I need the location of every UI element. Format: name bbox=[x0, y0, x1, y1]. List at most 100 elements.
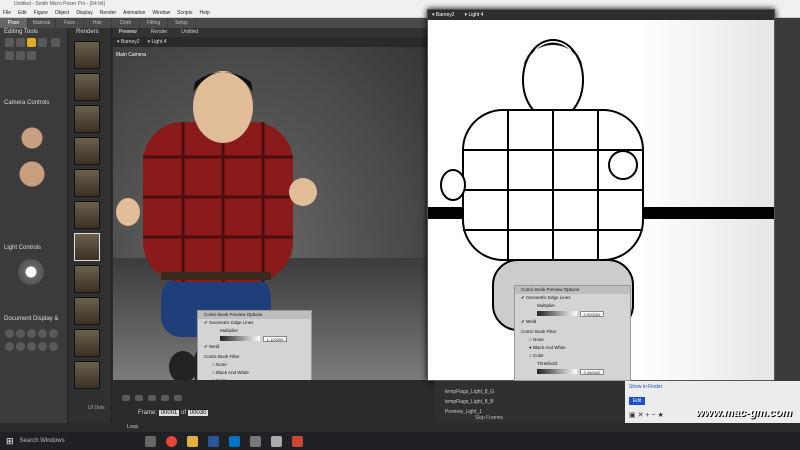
room-tab[interactable]: Face bbox=[56, 18, 84, 28]
room-tab[interactable]: Cloth bbox=[112, 18, 140, 28]
geometric-edge-checkbox[interactable]: ✔ Geometric Edge Lines bbox=[198, 319, 311, 327]
multiplier-value[interactable]: 1.120000 bbox=[263, 335, 287, 342]
render-thumbnail[interactable] bbox=[74, 361, 100, 389]
weld-checkbox-right[interactable]: ✔ Weld bbox=[515, 318, 630, 326]
room-tab[interactable]: Setup bbox=[168, 18, 196, 28]
app-icon[interactable] bbox=[249, 435, 261, 447]
parameter-item[interactable]: tempFlags_Light_8_B bbox=[445, 397, 625, 407]
display-style-icon[interactable] bbox=[16, 342, 25, 351]
comic-preview-window[interactable]: ▾ Barney2 ▾ Light 4 Comic Book Preview O… bbox=[427, 9, 775, 381]
render-thumbnail[interactable] bbox=[74, 41, 100, 69]
render-thumbnail[interactable] bbox=[74, 297, 100, 325]
display-style-icon[interactable] bbox=[38, 342, 47, 351]
chain-break-icon[interactable] bbox=[16, 51, 25, 60]
filter-bw-radio[interactable]: ○ Black And White bbox=[198, 369, 311, 377]
taskbar-search[interactable]: Search Windows bbox=[20, 438, 140, 444]
menu-item[interactable]: Figure bbox=[34, 9, 48, 17]
chrome-icon[interactable] bbox=[165, 435, 177, 447]
show-in-finder-link[interactable]: Show in Finder bbox=[629, 384, 662, 390]
render-thumbnail[interactable] bbox=[74, 73, 100, 101]
poser-icon[interactable] bbox=[291, 435, 303, 447]
menu-item[interactable]: Display bbox=[76, 9, 92, 17]
add-icon[interactable]: + bbox=[645, 412, 649, 419]
actor-selector-right[interactable]: ▾ Light 4 bbox=[465, 10, 484, 20]
scale-tool-icon[interactable] bbox=[38, 38, 47, 47]
tab-untitled[interactable]: Untitled bbox=[181, 28, 198, 37]
room-tab[interactable]: Hair bbox=[84, 18, 112, 28]
play-icon[interactable] bbox=[148, 395, 156, 401]
menu-item[interactable]: Scripts bbox=[177, 9, 192, 17]
last-frame-icon[interactable] bbox=[174, 395, 182, 401]
file-explorer-icon[interactable] bbox=[186, 435, 198, 447]
main-viewport[interactable]: Preview Render Untitled ▾ Barney2 ▾ Ligh… bbox=[113, 28, 435, 408]
frame-current[interactable]: 00001 bbox=[158, 410, 180, 416]
word-icon[interactable] bbox=[207, 435, 219, 447]
translate-tool-icon[interactable] bbox=[27, 38, 36, 47]
filter-none-radio[interactable]: ○ None bbox=[198, 361, 311, 369]
tab-render[interactable]: Render bbox=[151, 28, 167, 37]
taper-tool-icon[interactable] bbox=[5, 51, 14, 60]
prev-frame-icon[interactable] bbox=[135, 395, 143, 401]
threshold-slider-right[interactable] bbox=[537, 369, 577, 375]
loop-toggle[interactable]: Loop bbox=[127, 424, 138, 430]
menu-item[interactable]: Object bbox=[55, 9, 69, 17]
windows-start-icon[interactable]: ⊞ bbox=[6, 436, 14, 447]
display-style-icon[interactable] bbox=[16, 329, 25, 338]
multiplier-value-right[interactable]: 0.900000 bbox=[580, 310, 604, 317]
geometric-edge-checkbox-right[interactable]: ✔ Geometric Edge Lines bbox=[515, 294, 630, 302]
edit-button[interactable]: Edit bbox=[629, 397, 645, 405]
display-style-icon[interactable] bbox=[27, 342, 36, 351]
skip-frames-label[interactable]: Skip Frames bbox=[475, 415, 503, 421]
display-style-icon[interactable] bbox=[5, 342, 14, 351]
render-thumbnail[interactable] bbox=[74, 137, 100, 165]
threshold-value-right[interactable]: 0.460000 bbox=[580, 368, 604, 375]
filter-none-radio-right[interactable]: ○ None bbox=[515, 336, 630, 344]
folder-icon[interactable]: ▣ bbox=[629, 412, 636, 419]
twist-tool-icon[interactable] bbox=[16, 38, 25, 47]
rotate-tool-icon[interactable] bbox=[5, 38, 14, 47]
display-style-icon[interactable] bbox=[38, 329, 47, 338]
app-icon[interactable] bbox=[270, 435, 282, 447]
parameter-item[interactable]: tempFlags_Light_8_G bbox=[445, 387, 625, 397]
menu-item[interactable]: Render bbox=[100, 9, 116, 17]
task-view-icon[interactable] bbox=[144, 435, 156, 447]
multiplier-slider[interactable] bbox=[220, 336, 260, 342]
menu-item[interactable]: Animation bbox=[123, 9, 145, 17]
render-thumbnail[interactable] bbox=[74, 201, 100, 229]
frame-total[interactable]: 00030 bbox=[187, 410, 209, 416]
figure-selector[interactable]: ▾ Barney2 bbox=[117, 37, 140, 47]
menu-item[interactable]: File bbox=[3, 9, 11, 17]
render-thumbnail[interactable] bbox=[74, 105, 100, 133]
display-style-icon[interactable] bbox=[49, 342, 58, 351]
camera-trackball-icon[interactable] bbox=[12, 114, 52, 194]
menu-item[interactable]: Edit bbox=[18, 9, 27, 17]
weld-checkbox[interactable]: ✔ Weld bbox=[198, 343, 311, 351]
render-thumbnail[interactable] bbox=[74, 329, 100, 357]
display-style-icon[interactable] bbox=[27, 329, 36, 338]
render-thumbnail[interactable] bbox=[74, 265, 100, 293]
favorite-icon[interactable]: ★ bbox=[658, 412, 664, 419]
next-frame-icon[interactable] bbox=[161, 395, 169, 401]
display-style-icon[interactable] bbox=[5, 329, 14, 338]
display-style-icon[interactable] bbox=[49, 329, 58, 338]
menu-item[interactable]: Help bbox=[199, 9, 209, 17]
parameter-item[interactable]: Preview_Light_1 bbox=[445, 407, 625, 417]
filter-color-radio-right[interactable]: ○ Color bbox=[515, 352, 630, 360]
light-globe-icon[interactable] bbox=[18, 259, 44, 285]
tab-preview[interactable]: Preview bbox=[119, 28, 137, 37]
first-frame-icon[interactable] bbox=[122, 395, 130, 401]
render-thumbnail[interactable] bbox=[74, 233, 100, 261]
minus-icon[interactable]: − bbox=[651, 412, 655, 419]
actor-selector[interactable]: ▾ Light 4 bbox=[148, 37, 167, 47]
remove-icon[interactable]: ✕ bbox=[638, 412, 644, 419]
figure-selector-right[interactable]: ▾ Barney2 bbox=[432, 10, 455, 20]
room-tab[interactable]: Material bbox=[28, 18, 56, 28]
multiplier-slider-right[interactable] bbox=[537, 311, 577, 317]
render-thumbnail[interactable] bbox=[74, 169, 100, 197]
color-tool-icon[interactable] bbox=[27, 51, 36, 60]
morph-tool-icon[interactable] bbox=[50, 38, 60, 47]
room-tab[interactable]: Fitting bbox=[140, 18, 168, 28]
outlook-icon[interactable] bbox=[228, 435, 240, 447]
menu-item[interactable]: Window bbox=[152, 9, 170, 17]
room-tab[interactable]: Pose bbox=[0, 18, 28, 28]
